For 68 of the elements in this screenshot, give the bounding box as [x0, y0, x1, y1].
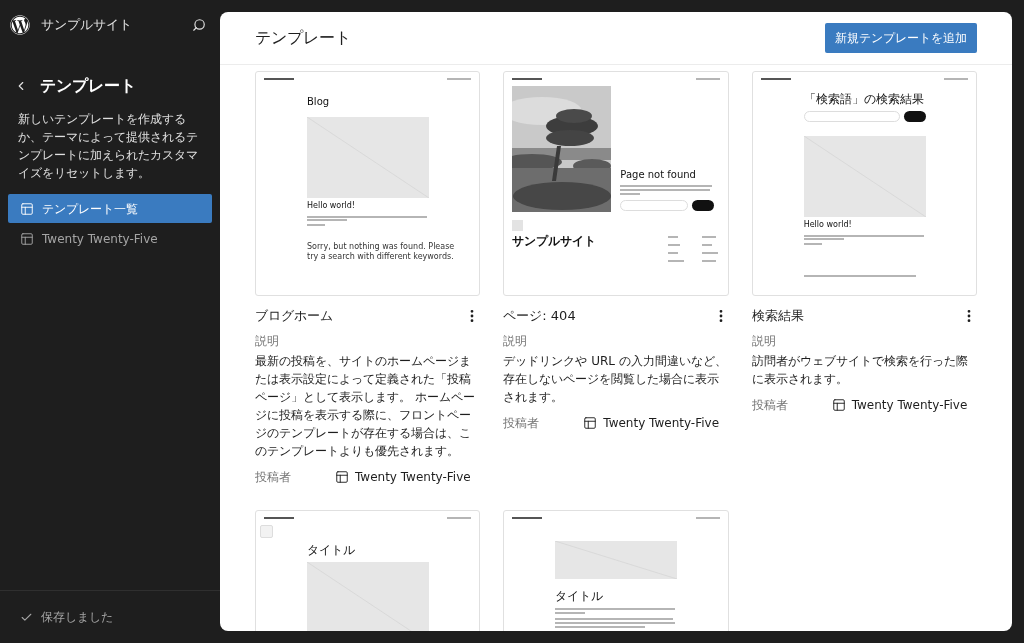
- text-lines-drawing: [944, 78, 968, 80]
- text-lines-drawing: [701, 260, 716, 262]
- text-lines-drawing: [667, 260, 684, 262]
- layout-icon: [583, 415, 598, 430]
- text-lines-drawing: [701, 252, 718, 254]
- template-preview[interactable]: タイトル: [503, 509, 729, 631]
- preview-heading: 「検索語」の検索結果: [803, 91, 925, 108]
- page-title: テンプレート: [255, 27, 351, 49]
- text-lines-drawing: [512, 78, 543, 80]
- layout-icon: [20, 201, 34, 216]
- text-lines-drawing: [264, 516, 294, 519]
- logo-placeholder-icon: [512, 220, 524, 231]
- selection-checkbox[interactable]: [260, 524, 273, 538]
- add-template-button[interactable]: 新規テンプレートを追加: [825, 23, 977, 53]
- sidebar-title: テンプレート: [40, 75, 136, 97]
- text-lines-drawing: [447, 516, 472, 519]
- preview-post-title: Hello world!: [803, 219, 853, 231]
- sidebar-item[interactable]: Twenty Twenty-Five: [8, 224, 212, 253]
- author-name: Twenty Twenty-Five: [603, 414, 719, 432]
- wordpress-logo-icon[interactable]: [10, 15, 30, 35]
- text-lines-drawing: [307, 224, 325, 226]
- layout-icon: [831, 397, 846, 412]
- sidebar-item[interactable]: テンプレート一覧: [8, 194, 212, 223]
- site-name[interactable]: サンプルサイト: [41, 15, 132, 35]
- template-preview[interactable]: Blog Hello world! Sorry, but nothing was found. Please try a search with different keywords.: [255, 71, 481, 296]
- template-description: 最新の投稿を、サイトのホームページまたは表示設定によって定義された「投稿ページ」として表示します。 ホームページに投稿を表示する際に、フロントページのテンプレートが存在する場合は、このテンプレートよりも優先されます。: [255, 352, 476, 460]
- text-lines-drawing: [512, 516, 543, 519]
- template-preview[interactable]: Page not found サンプルサイト: [503, 71, 729, 296]
- template-name: ブログホーム: [255, 307, 333, 325]
- text-lines-drawing: [667, 236, 678, 238]
- template-name: ページ: 404: [503, 307, 576, 325]
- author-label: 投稿者: [503, 414, 541, 432]
- preview-post-title: Hello world!: [307, 200, 357, 212]
- layout-icon: [335, 469, 349, 484]
- preview-footer-site-name: サンプルサイト: [512, 233, 597, 250]
- author-label: 投稿者: [255, 468, 292, 486]
- description-label: 説明: [503, 332, 529, 350]
- save-status: 保存しました: [41, 609, 113, 626]
- preview-empty-message: Sorry, but nothing was found. Please try a search with different keywords.: [307, 242, 456, 262]
- preview-heading: タイトル: [555, 587, 605, 605]
- layout-icon: [20, 231, 34, 246]
- search-button: [692, 200, 715, 211]
- sidebar-description: 新しいテンプレートを作成するか、テーマによって提供されるテンプレートに加えられたカスタマイズをリセットします。: [17, 111, 199, 182]
- template-description: 訪問者がウェブサイトで検索を行った際に表示されます。: [751, 352, 969, 388]
- text-lines-drawing: [701, 244, 712, 246]
- text-lines-drawing: [803, 243, 822, 245]
- template-preview[interactable]: タイトル: [255, 509, 481, 631]
- description-label: 説明: [255, 332, 280, 350]
- text-lines-drawing: [667, 244, 680, 246]
- text-lines-drawing: [760, 78, 791, 80]
- preview-heading: Blog: [307, 95, 331, 109]
- search-icon[interactable]: [192, 18, 206, 32]
- search-button: [903, 111, 926, 122]
- template-preview[interactable]: 「検索語」の検索結果 Hello world!: [751, 71, 977, 296]
- author-name: Twenty Twenty-Five: [851, 396, 968, 414]
- text-lines-drawing: [695, 78, 720, 80]
- text-lines-drawing: [695, 516, 720, 519]
- description-label: 説明: [751, 332, 777, 350]
- text-lines-drawing: [447, 78, 472, 80]
- preview-heading: タイトル: [307, 541, 356, 559]
- author-name: Twenty Twenty-Five: [355, 468, 471, 486]
- text-lines-drawing: [667, 252, 678, 254]
- text-lines-drawing: [264, 78, 294, 80]
- template-name: 検索結果: [751, 307, 804, 325]
- preview-heading: Page not found: [620, 168, 697, 182]
- text-lines-drawing: [701, 236, 716, 238]
- author-label: 投稿者: [751, 396, 789, 414]
- template-description: デッドリンクや URL の入力間違いなど、存在しないページを閲覧した場合に表示されます。: [503, 352, 728, 406]
